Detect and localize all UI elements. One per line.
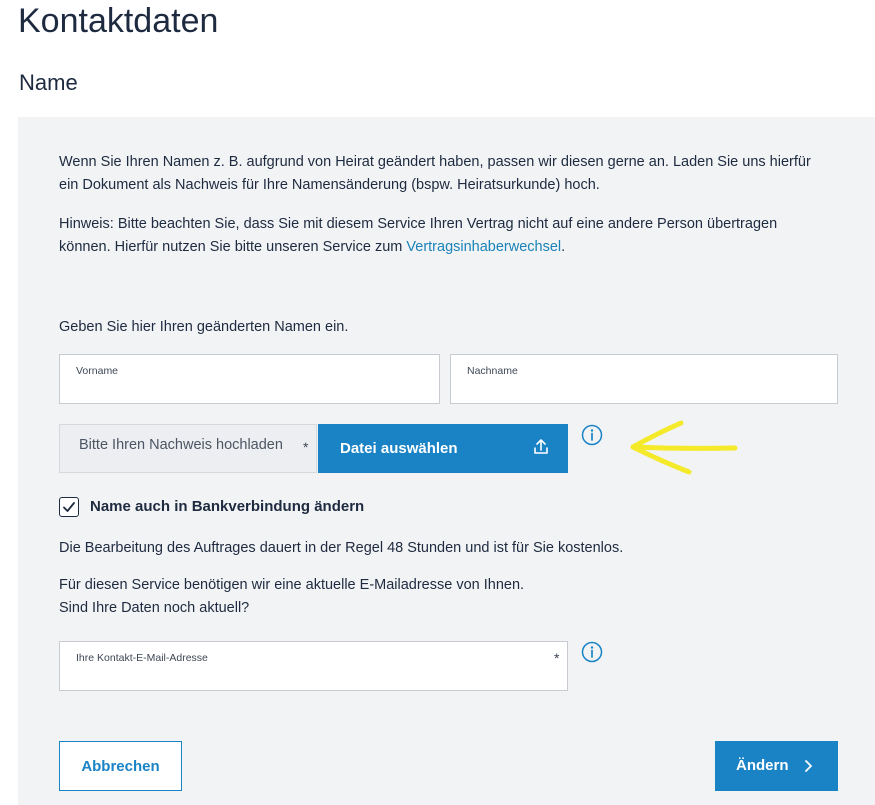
lastname-input[interactable] — [467, 383, 776, 398]
contract-holder-change-link[interactable]: Vertragsinhaberwechsel — [406, 239, 561, 255]
upload-info-icon[interactable] — [581, 424, 603, 446]
email-field[interactable]: Ihre Kontakt-E-Mail-Adresse * — [59, 641, 568, 691]
upload-label: Bitte Ihren Nachweis hochladen — [79, 437, 283, 453]
email-required-mark: * — [554, 650, 560, 666]
name-change-panel: Wenn Sie Ihren Namen z. B. aufgrund von … — [18, 117, 875, 805]
submit-button[interactable]: Ändern — [715, 741, 838, 791]
checkmark-icon — [63, 502, 75, 512]
processing-note: Die Bearbeitung des Auftrages dauert in … — [59, 540, 624, 556]
firstname-label: Vorname — [76, 365, 119, 377]
firstname-input[interactable] — [76, 383, 380, 398]
arrow-left-icon — [630, 420, 738, 475]
firstname-field[interactable]: Vorname — [59, 354, 440, 404]
email-prompt-line1: Für diesen Service benötigen wir eine ak… — [59, 577, 525, 593]
upload-field[interactable]: Bitte Ihren Nachweis hochladen * — [59, 424, 317, 473]
upload-icon — [534, 439, 548, 454]
choose-file-label: Datei auswählen — [340, 440, 458, 457]
hint-end: . — [561, 239, 566, 255]
email-input[interactable] — [76, 670, 482, 685]
cancel-button[interactable]: Abbrechen — [59, 741, 182, 791]
email-prompt-line2: Sind Ihre Daten noch aktuell? — [59, 600, 250, 616]
submit-label: Ändern — [736, 757, 789, 774]
intro-paragraph: Wenn Sie Ihren Namen z. B. aufgrund von … — [59, 154, 811, 193]
chevron-right-icon — [805, 760, 812, 772]
page-title: Kontaktdaten — [18, 2, 219, 40]
name-prompt: Geben Sie hier Ihren geänderten Namen ei… — [59, 319, 349, 335]
email-info-icon[interactable] — [581, 641, 603, 663]
lastname-label: Nachname — [467, 365, 518, 377]
lastname-field[interactable]: Nachname — [450, 354, 838, 404]
bank-account-checkbox[interactable] — [59, 497, 79, 517]
email-label: Ihre Kontakt-E-Mail-Adresse — [76, 652, 208, 664]
upload-required-mark: * — [303, 439, 309, 455]
section-title: Name — [19, 70, 78, 95]
choose-file-button[interactable]: Datei auswählen — [318, 424, 568, 473]
bank-account-checkbox-label[interactable]: Name auch in Bankverbindung ändern — [90, 498, 364, 515]
hint-paragraph: Hinweis: Bitte beachten Sie, dass Sie mi… — [59, 213, 829, 259]
